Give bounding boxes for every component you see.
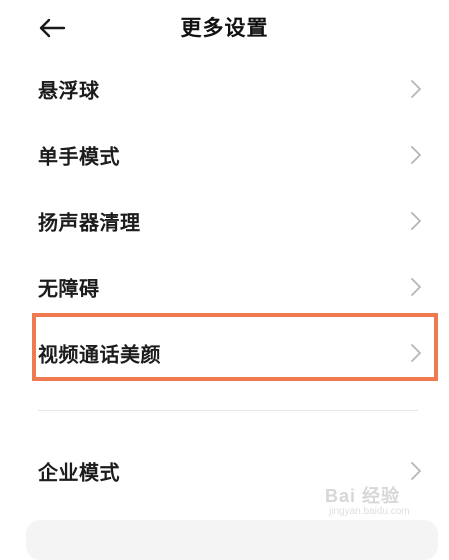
settings-item-label: 悬浮球: [38, 78, 100, 103]
settings-item-label: 无障碍: [38, 276, 100, 301]
watermark-url: jingyan.baidu.com: [329, 506, 410, 517]
chevron-right-icon: [411, 278, 421, 296]
chevron-right-icon: [411, 146, 421, 164]
chevron-right-icon: [411, 212, 421, 230]
settings-item-label: 单手模式: [38, 144, 120, 169]
settings-item-label: 企业模式: [38, 460, 120, 485]
settings-item-accessibility[interactable]: 无障碍: [0, 254, 449, 320]
settings-item-label: 扬声器清理: [38, 210, 141, 235]
settings-item-speaker-cleaning[interactable]: 扬声器清理: [0, 188, 449, 254]
settings-item-floating-ball[interactable]: 悬浮球: [0, 56, 449, 122]
top-bar: 更多设置: [0, 0, 449, 56]
section-divider: [38, 410, 418, 411]
settings-item-video-call-beauty[interactable]: 视频通话美颜: [0, 320, 449, 386]
bottom-card: [26, 520, 438, 560]
page-title: 更多设置: [180, 16, 269, 40]
settings-item-one-handed-mode[interactable]: 单手模式: [0, 122, 449, 188]
chevron-right-icon: [411, 344, 421, 362]
chevron-right-icon: [411, 462, 421, 480]
settings-item-label: 视频通话美颜: [38, 342, 161, 367]
settings-item-enterprise-mode[interactable]: 企业模式: [0, 438, 449, 504]
chevron-right-icon: [411, 80, 421, 98]
